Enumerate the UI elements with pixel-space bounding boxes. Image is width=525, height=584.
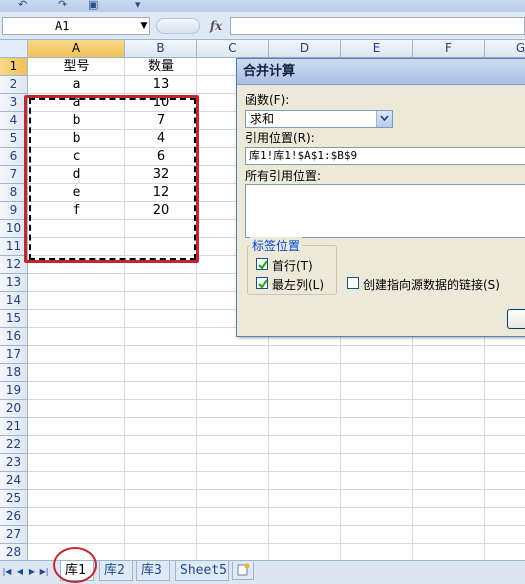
label-position-title: 标签位置 <box>250 237 303 254</box>
gridline-horizontal <box>28 345 525 346</box>
all-references-list[interactable] <box>245 184 525 238</box>
row-header-23[interactable]: 23 <box>0 454 28 472</box>
column-header-a[interactable]: A <box>28 40 125 58</box>
column-header-d[interactable]: D <box>269 40 341 58</box>
function-label: 函数(F): <box>245 93 290 107</box>
chevron-down-icon[interactable] <box>376 111 392 127</box>
gridline-horizontal <box>28 381 525 382</box>
sheet-tab-3[interactable]: 库3 <box>136 561 170 581</box>
formula-bar: A1 ▼ fx <box>0 12 525 40</box>
row-header-20[interactable]: 20 <box>0 400 28 418</box>
dialog-title[interactable]: 合并计算 <box>237 59 525 85</box>
dialog-button[interactable] <box>507 309 525 329</box>
row-header-15[interactable]: 15 <box>0 310 28 328</box>
row-header-28[interactable]: 28 <box>0 544 28 560</box>
row-header-19[interactable]: 19 <box>0 382 28 400</box>
previous-sheet-icon[interactable]: ◀ <box>15 565 25 579</box>
left-column-checkbox[interactable] <box>256 277 268 289</box>
insert-sheet-icon[interactable] <box>232 562 254 580</box>
save-icon[interactable]: ▣ <box>88 0 98 11</box>
row-header-2[interactable]: 2 <box>0 76 28 94</box>
table-cell[interactable]: a <box>28 76 125 94</box>
gridline-horizontal <box>28 471 525 472</box>
column-header-c[interactable]: C <box>197 40 269 58</box>
customize-toolbar-icon[interactable]: ▾ <box>135 0 141 11</box>
row-header-25[interactable]: 25 <box>0 490 28 508</box>
row-header-13[interactable]: 13 <box>0 274 28 292</box>
row-header-18[interactable]: 18 <box>0 364 28 382</box>
quick-access-toolbar: ↶ ↷ ▣ ▾ <box>0 0 525 12</box>
sheet-tab-4[interactable]: Sheet5 <box>175 561 229 581</box>
sheet-tab-2[interactable]: 库2 <box>99 561 133 581</box>
consolidate-dialog: 合并计算 函数(F): 求和 引用位置(R): 库1!库1!$A$1:$B$9 … <box>236 58 525 337</box>
row-header-22[interactable]: 22 <box>0 436 28 454</box>
header-cell[interactable]: 数量 <box>125 58 197 76</box>
next-sheet-icon[interactable]: ▶ <box>27 565 37 579</box>
row-header-27[interactable]: 27 <box>0 526 28 544</box>
column-header-g[interactable]: G <box>485 40 525 58</box>
insert-function-icon[interactable]: fx <box>203 16 229 36</box>
row-header-1[interactable]: 1 <box>0 58 28 76</box>
gridline-horizontal <box>28 453 525 454</box>
column-header-f[interactable]: F <box>413 40 485 58</box>
left-column-label[interactable]: 最左列(L) <box>272 276 324 293</box>
gridline-horizontal <box>28 435 525 436</box>
all-references-label: 所有引用位置: <box>245 169 322 183</box>
row-header-21[interactable]: 21 <box>0 418 28 436</box>
create-links-label[interactable]: 创建指向源数据的链接(S) <box>363 276 500 293</box>
formula-input[interactable] <box>230 17 525 35</box>
undo-icon[interactable]: ↶ <box>18 0 27 11</box>
function-value: 求和 <box>250 112 275 126</box>
gridline-horizontal <box>28 489 525 490</box>
highlight-box-range <box>24 95 199 263</box>
gridline-horizontal <box>28 363 525 364</box>
gridline-horizontal <box>28 417 525 418</box>
row-header-24[interactable]: 24 <box>0 472 28 490</box>
formula-bar-expand-handle[interactable] <box>156 18 200 34</box>
gridline-horizontal <box>28 507 525 508</box>
gridline-horizontal <box>28 525 525 526</box>
header-cell[interactable]: 型号 <box>28 58 125 76</box>
function-select[interactable]: 求和 <box>245 110 393 128</box>
name-box-dropdown-icon[interactable]: ▼ <box>138 17 150 35</box>
reference-label: 引用位置(R): <box>245 131 315 145</box>
row-header-14[interactable]: 14 <box>0 292 28 310</box>
name-box[interactable]: A1 <box>2 17 150 35</box>
select-all-corner[interactable] <box>0 40 28 58</box>
top-row-label[interactable]: 首行(T) <box>272 257 313 274</box>
row-header-26[interactable]: 26 <box>0 508 28 526</box>
top-row-checkbox[interactable] <box>256 258 268 270</box>
column-header-e[interactable]: E <box>341 40 413 58</box>
first-sheet-icon[interactable]: |◀ <box>2 565 12 579</box>
row-header-16[interactable]: 16 <box>0 328 28 346</box>
last-sheet-icon[interactable]: ▶| <box>39 565 49 579</box>
highlight-circle-sheet-tab <box>53 547 97 583</box>
gridline-horizontal <box>28 399 525 400</box>
table-cell[interactable]: 13 <box>125 76 197 94</box>
redo-icon[interactable]: ↷ <box>58 0 67 11</box>
gridline-horizontal <box>28 543 525 544</box>
create-links-checkbox[interactable] <box>347 277 359 289</box>
row-header-17[interactable]: 17 <box>0 346 28 364</box>
reference-input[interactable]: 库1!库1!$A$1:$B$9 <box>245 147 525 165</box>
column-header-b[interactable]: B <box>125 40 197 58</box>
